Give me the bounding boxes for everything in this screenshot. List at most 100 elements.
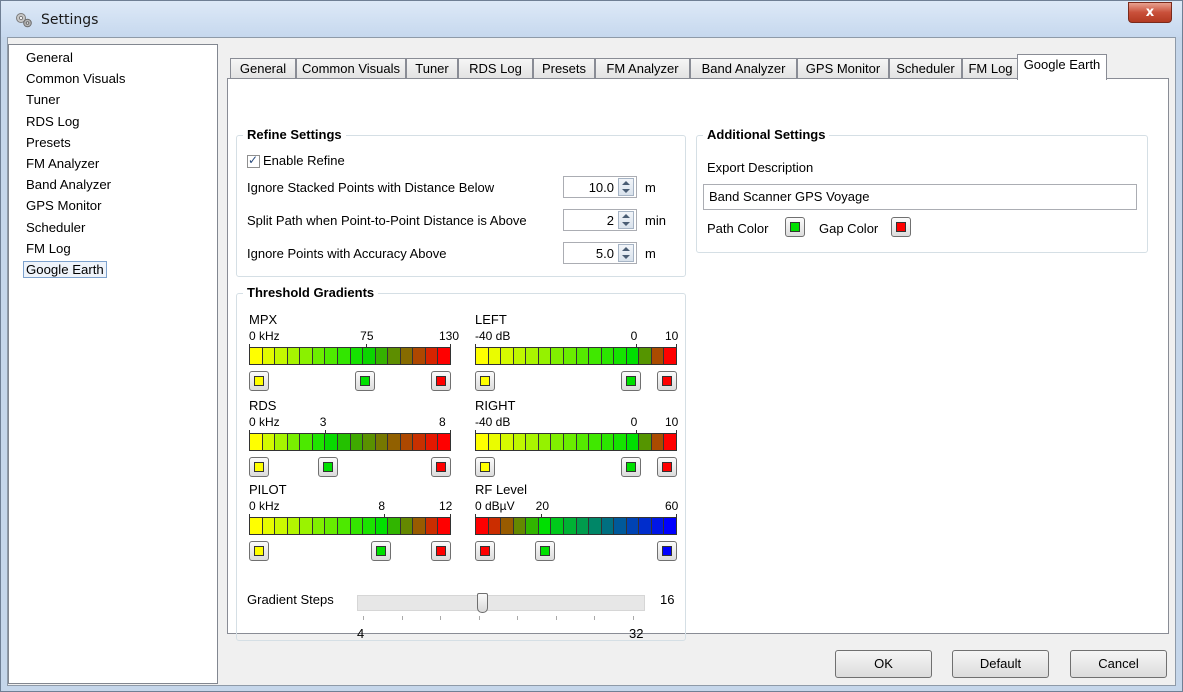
nav-item-scheduler[interactable]: Scheduler [9, 218, 217, 239]
left-gradient-name: LEFT [475, 312, 507, 327]
gradient-segment [325, 434, 338, 450]
nav-item-label: RDS Log [26, 113, 80, 129]
color-swatch [480, 376, 490, 386]
rds-threshold-color-button[interactable] [431, 457, 451, 477]
pilot-threshold-color-button[interactable] [431, 541, 451, 561]
gradient-segment [651, 518, 665, 534]
rflevel-threshold-color-button[interactable] [535, 541, 556, 561]
default-button[interactable]: Default [952, 650, 1049, 678]
mpx-threshold-color-button[interactable] [431, 371, 451, 391]
nav-item-rds-log[interactable]: RDS Log [9, 112, 217, 133]
accuracy-spinbox[interactable]: 5.0 [563, 242, 637, 264]
split-path-spinbox[interactable]: 2 [563, 209, 637, 231]
tab-rds-log[interactable]: RDS Log [458, 58, 533, 79]
mpx-threshold-color-button[interactable] [354, 371, 375, 391]
gradient-segment [513, 518, 527, 534]
gradient-segment [425, 348, 439, 364]
gradient-steps-slider[interactable] [357, 595, 645, 611]
export-description-input[interactable]: Band Scanner GPS Voyage [703, 184, 1137, 210]
color-swatch [480, 462, 490, 472]
gap-color-swatch [896, 222, 906, 232]
enable-refine-checkbox[interactable] [247, 153, 260, 168]
gradient-segment [563, 348, 577, 364]
left-threshold-color-button[interactable] [657, 371, 677, 391]
gradient-segment [250, 348, 263, 364]
gradient-segment [413, 518, 426, 534]
tab-gps-monitor[interactable]: GPS Monitor [797, 58, 889, 79]
cancel-button[interactable]: Cancel [1070, 650, 1167, 678]
left-threshold-color-button[interactable] [620, 371, 641, 391]
gradient-segment [639, 348, 652, 364]
gradient-segment [664, 434, 676, 450]
tab-tuner[interactable]: Tuner [406, 58, 458, 79]
left-tick-label: 10 [665, 329, 679, 343]
tab-band-analyzer[interactable]: Band Analyzer [690, 58, 797, 79]
gradient-steps-min: 4 [357, 626, 365, 641]
right-threshold-color-button[interactable] [620, 457, 641, 477]
nav-item-band-analyzer[interactable]: Band Analyzer [9, 175, 217, 196]
color-swatch [436, 376, 446, 386]
left-threshold-color-button[interactable] [475, 371, 495, 391]
nav-item-common-visuals[interactable]: Common Visuals [9, 69, 217, 90]
pilot-gradient-name: PILOT [249, 482, 287, 497]
gradient-segment [589, 518, 602, 534]
nav-item-label: General [26, 50, 73, 65]
rflevel-threshold-color-button[interactable] [657, 541, 677, 561]
gradient-segment [312, 348, 326, 364]
rds-threshold-color-button[interactable] [318, 457, 339, 477]
pilot-threshold-color-button[interactable] [370, 541, 391, 561]
stacked-points-spinbox[interactable]: 10.0 [563, 176, 637, 198]
settings-category-list[interactable]: General Common Visuals Tuner RDS Log Presets… [8, 44, 218, 684]
nav-item-tuner[interactable]: Tuner [9, 90, 217, 111]
gradient-segment [513, 348, 527, 364]
nav-item-fm-analyzer[interactable]: FM Analyzer [9, 154, 217, 175]
nav-item-fm-log[interactable]: FM Log [9, 239, 217, 260]
right-threshold-color-button[interactable] [657, 457, 677, 477]
close-button[interactable]: x [1128, 2, 1172, 23]
pilot-threshold-color-button[interactable] [249, 541, 269, 561]
mpx-threshold-color-button[interactable] [249, 371, 269, 391]
nav-item-gps-monitor[interactable]: GPS Monitor [9, 196, 217, 217]
spin-arrows-icon[interactable] [618, 178, 634, 196]
tab-fm-log[interactable]: FM Log [962, 58, 1019, 79]
color-swatch [480, 546, 490, 556]
ok-button[interactable]: OK [835, 650, 932, 678]
mpx-gradient-name: MPX [249, 312, 278, 327]
tab-scheduler[interactable]: Scheduler [889, 58, 962, 79]
nav-item-presets[interactable]: Presets [9, 133, 217, 154]
gradient-segment [287, 348, 301, 364]
right-tick-label: 10 [665, 415, 679, 429]
gradient-segment [626, 518, 640, 534]
gradient-segment [300, 434, 313, 450]
nav-item-google-earth[interactable]: Google Earth [9, 260, 217, 281]
tab-google-earth[interactable]: Google Earth [1017, 54, 1107, 80]
tab-general[interactable]: General [230, 58, 296, 79]
slider-tick-mark [401, 616, 403, 620]
tab-presets[interactable]: Presets [533, 58, 595, 79]
tab-common-visuals[interactable]: Common Visuals [296, 58, 406, 79]
right-threshold-color-button[interactable] [475, 457, 495, 477]
spin-arrows-icon[interactable] [618, 244, 634, 262]
nav-item-label: Scheduler [26, 219, 86, 235]
gradient-steps-slider-thumb[interactable] [477, 593, 488, 613]
gradient-segment [438, 518, 450, 534]
tab-fm-analyzer[interactable]: FM Analyzer [595, 58, 690, 79]
pilot-tick-label: 0 kHz [249, 499, 280, 513]
gradient-segment [526, 434, 539, 450]
path-color-button[interactable] [785, 217, 805, 237]
gradient-segment [400, 434, 414, 450]
color-swatch [254, 462, 264, 472]
rds-threshold-color-button[interactable] [249, 457, 269, 477]
slider-tick-mark [517, 616, 518, 620]
rflevel-threshold-color-button[interactable] [475, 541, 495, 561]
gradient-segment [312, 518, 326, 534]
spin-arrows-icon[interactable] [618, 211, 634, 229]
gradient-segment [651, 348, 665, 364]
gap-color-button[interactable] [891, 217, 911, 237]
title-bar[interactable]: Settings x [1, 1, 1182, 37]
gradient-segment [601, 518, 615, 534]
color-swatch [254, 546, 264, 556]
nav-item-general[interactable]: General [9, 48, 217, 69]
color-swatch [662, 376, 672, 386]
gradient-segment [400, 348, 414, 364]
